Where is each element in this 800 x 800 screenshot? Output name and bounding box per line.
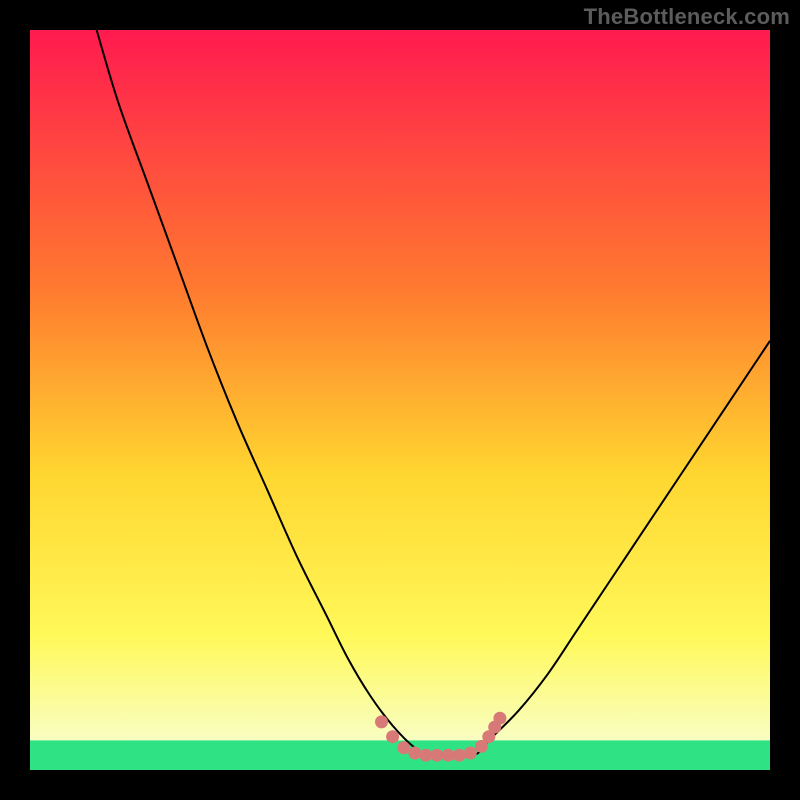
plot-area xyxy=(30,30,770,770)
chart-svg xyxy=(30,30,770,770)
marker-point xyxy=(375,715,388,728)
marker-point xyxy=(386,730,399,743)
marker-point xyxy=(419,749,432,762)
marker-point xyxy=(431,749,444,762)
marker-point xyxy=(453,749,466,762)
marker-point xyxy=(442,749,455,762)
gradient-background xyxy=(30,30,770,770)
watermark-text: TheBottleneck.com xyxy=(584,4,790,30)
marker-point xyxy=(408,746,421,759)
marker-point xyxy=(397,741,410,754)
marker-point xyxy=(464,746,477,759)
chart-stage: TheBottleneck.com xyxy=(0,0,800,800)
marker-point xyxy=(493,712,506,725)
